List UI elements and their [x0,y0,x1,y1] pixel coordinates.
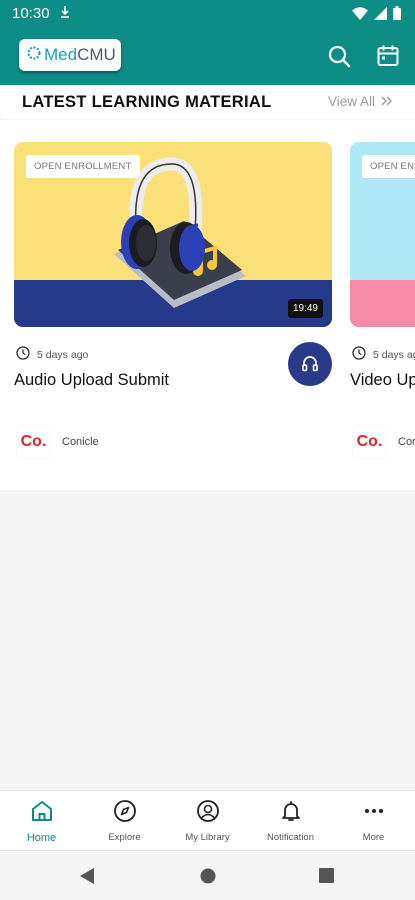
double-chevron-right-icon [381,94,393,109]
calendar-icon[interactable] [373,41,403,71]
signal-icon [374,6,387,25]
nav-my-library[interactable]: My Library [166,791,249,850]
card-thumbnail[interactable]: OPEN ENROLLMENT [350,142,415,327]
card-title[interactable]: Audio Upload Submit [14,371,169,390]
time-ago: 5 days ago [37,348,89,361]
learning-carousel[interactable]: OPEN ENROLLMENT 19:49 5 days ago Audio U… [0,120,415,490]
status-time: 10:30 [12,5,50,22]
learning-card[interactable]: OPEN ENROLLMENT 19:49 5 days ago Audio U… [14,142,332,458]
clock-icon [352,346,366,363]
system-nav-bar [0,850,415,900]
card-title[interactable]: Video Upload [350,371,415,390]
author-name: Conicle [398,435,415,448]
nav-notification[interactable]: Notification [249,791,332,850]
nav-explore[interactable]: Explore [83,791,166,850]
author-row[interactable]: Co. Conicle [17,425,99,458]
bottom-nav: Home Explore My Library Notification Mor… [0,790,415,850]
user-circle-icon [196,799,220,828]
app-bar: MedCMU [0,28,415,85]
card-meta: 5 days ago [352,346,415,363]
clock-icon [16,346,30,363]
enrollment-badge: OPEN ENROLLMENT [362,155,415,178]
section-title: LATEST LEARNING MATERIAL [22,93,272,111]
card-meta: 5 days ago [16,346,88,363]
author-logo: Co. [353,425,386,458]
nav-home[interactable]: Home [0,791,83,850]
battery-icon [393,6,401,25]
headphones-icon[interactable] [288,342,332,386]
compass-icon [113,799,137,828]
enrollment-badge: OPEN ENROLLMENT [26,155,140,178]
wifi-icon [352,6,368,25]
status-bar: 10:30 [0,0,415,28]
home-icon [30,799,54,828]
author-logo: Co. [17,425,50,458]
medcmu-logo[interactable]: MedCMU [19,39,121,71]
back-icon[interactable] [80,868,95,889]
author-row[interactable]: Co. Conicle [353,425,415,458]
bell-icon [279,799,303,828]
download-icon [60,5,70,24]
time-ago: 5 days ago [373,348,415,361]
recents-icon[interactable] [319,868,334,888]
more-dots-icon [362,799,386,828]
section-header: LATEST LEARNING MATERIAL View All [0,85,415,119]
card-thumbnail[interactable]: OPEN ENROLLMENT 19:49 [14,142,332,327]
view-all-link[interactable]: View All [328,94,393,109]
logo-text: MedCMU [44,45,116,64]
search-icon[interactable] [324,41,354,71]
duration-badge: 19:49 [287,299,323,318]
nav-more[interactable]: More [332,791,415,850]
author-name: Conicle [62,435,99,448]
home-circle-icon[interactable] [200,868,216,889]
learning-card[interactable]: OPEN ENROLLMENT 5 days ago Video Upload … [350,142,415,458]
logo-mark-icon [27,46,41,65]
